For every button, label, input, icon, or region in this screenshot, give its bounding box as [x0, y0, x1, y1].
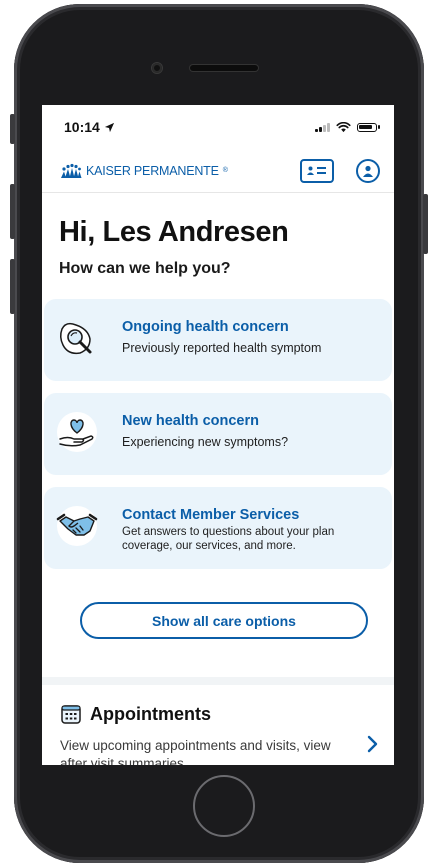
wifi-icon	[336, 121, 351, 132]
card-title: Ongoing health concern	[122, 319, 289, 335]
handshake-icon	[56, 506, 98, 546]
show-all-care-options-button[interactable]: Show all care options	[80, 602, 368, 639]
kaiser-logo-icon	[61, 163, 82, 178]
home-button[interactable]	[193, 775, 255, 837]
app-header: KAISER PERMANENTE ®	[42, 149, 394, 193]
card-title: Contact Member Services	[122, 507, 300, 523]
profile-button[interactable]	[356, 158, 380, 183]
app-screen: 10:14 KAISER PERMANENTE ® Hi, Les Andres…	[42, 105, 394, 765]
brand-name: KAISER PERMANENTE	[86, 163, 219, 178]
user-avatar-icon	[363, 165, 373, 177]
cellular-signal-icon	[315, 122, 330, 132]
new-concern-card[interactable]: New health concern Experiencing new symp…	[44, 393, 392, 475]
chevron-right-icon[interactable]	[366, 735, 378, 753]
appointments-section[interactable]: Appointments View upcoming appointments …	[42, 685, 394, 765]
appointments-description: View upcoming appointments and visits, v…	[60, 738, 331, 765]
greeting-heading: Hi, Les Andresen	[59, 216, 289, 248]
front-camera	[152, 63, 162, 73]
brand-logo: KAISER PERMANENTE ®	[60, 163, 228, 179]
earpiece-speaker	[190, 65, 258, 71]
appointments-title: Appointments	[90, 703, 211, 724]
contact-member-services-card[interactable]: Contact Member Services Get answers to q…	[44, 487, 392, 569]
member-id-card-button[interactable]	[300, 158, 334, 183]
status-time: 10:14	[64, 119, 100, 135]
section-divider	[42, 677, 394, 685]
card-title: New health concern	[122, 413, 259, 429]
card-description: Experiencing new symptoms?	[122, 435, 289, 449]
magnifier-icon	[59, 322, 92, 355]
location-arrow-icon	[104, 122, 114, 132]
power-button	[423, 194, 428, 254]
ongoing-concern-card[interactable]: Ongoing health concern Previously report…	[44, 299, 392, 381]
calendar-icon	[61, 705, 81, 724]
brand-registered-mark: ®	[222, 167, 228, 174]
help-subheading: How can we help you?	[59, 260, 231, 277]
battery-icon	[357, 122, 377, 132]
status-bar: 10:14	[42, 105, 394, 149]
card-description: Previously reported health symptom	[122, 341, 322, 355]
card-description: Get answers to questions about your plan…	[122, 526, 335, 552]
volume-up-button	[10, 184, 15, 239]
mute-switch	[10, 114, 15, 144]
id-card-icon	[307, 166, 326, 175]
volume-down-button	[10, 259, 15, 314]
heart-hand-icon	[57, 412, 97, 452]
